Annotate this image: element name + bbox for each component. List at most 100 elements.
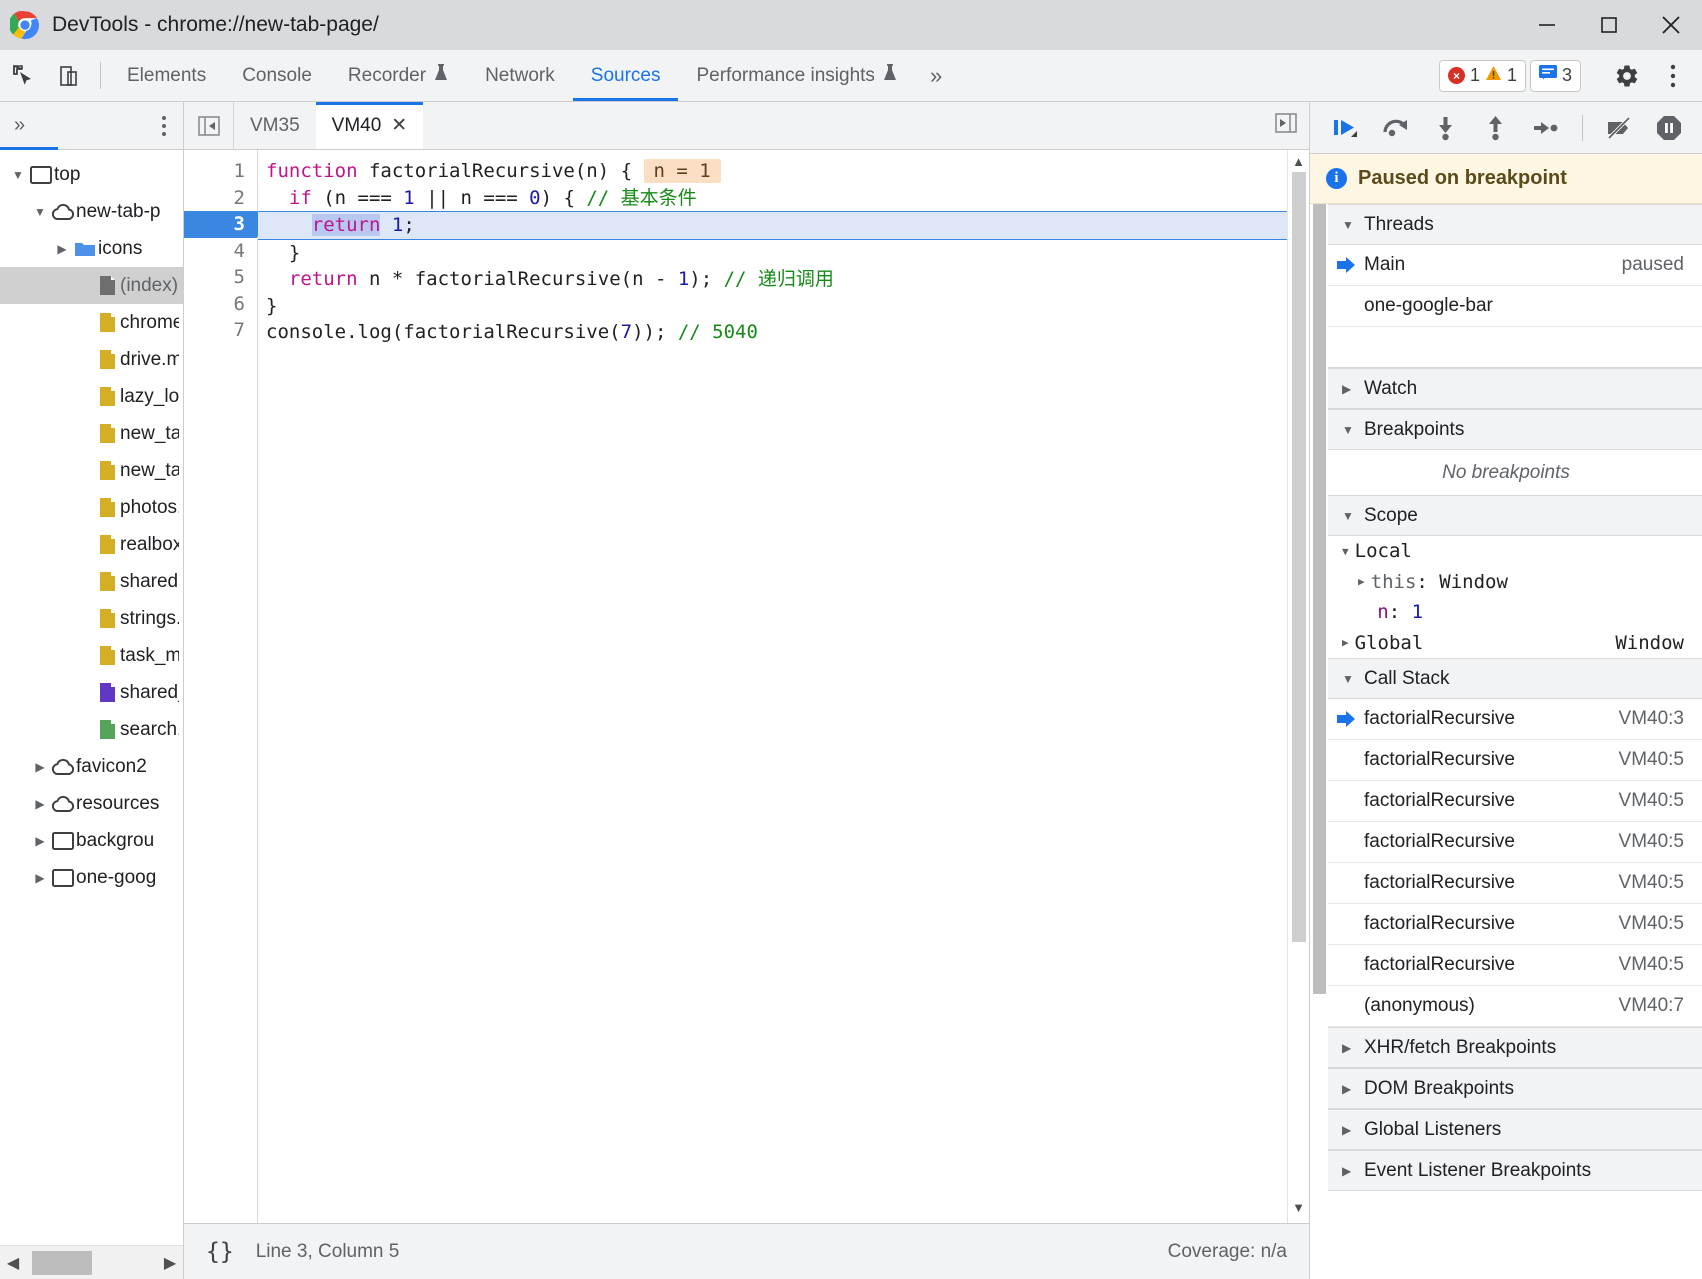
maximize-icon[interactable]: [1578, 0, 1640, 50]
gear-icon[interactable]: [1606, 55, 1648, 97]
scope-row[interactable]: ▼Local: [1328, 536, 1702, 567]
tab-sources[interactable]: Sources: [573, 50, 679, 101]
tree-item-shared-[interactable]: shared_: [0, 674, 183, 711]
tree-item-icons[interactable]: ▶icons: [0, 230, 183, 267]
triangle-right-icon[interactable]: ▶: [1342, 1041, 1354, 1055]
show-navigator-icon[interactable]: [184, 102, 234, 149]
call-stack-frame[interactable]: factorialRecursiveVM40:5: [1328, 822, 1702, 863]
debugger-sections[interactable]: ▼ThreadsMainpausedone-google-bar ▶Watch▼B…: [1328, 204, 1702, 1279]
tree-item-shared-[interactable]: shared.: [0, 563, 183, 600]
editor-tab-vm40[interactable]: VM40 ✕: [316, 102, 424, 149]
triangle-right-icon[interactable]: ▶: [1342, 636, 1349, 649]
tree-item-drive-m[interactable]: drive.m: [0, 341, 183, 378]
call-stack-frame[interactable]: factorialRecursiveVM40:5: [1328, 740, 1702, 781]
call-stack-frame[interactable]: factorialRecursiveVM40:5: [1328, 863, 1702, 904]
step-over-icon[interactable]: [1374, 108, 1418, 148]
section-watch[interactable]: ▶Watch: [1328, 368, 1702, 409]
tree-item-favicon2[interactable]: ▶favicon2: [0, 748, 183, 785]
tree-item-photos-[interactable]: photos.: [0, 489, 183, 526]
more-panels-button[interactable]: »: [916, 50, 956, 101]
code-line-current[interactable]: return 1;: [258, 211, 1287, 240]
scroll-right-arrow-icon[interactable]: ▶: [157, 1253, 183, 1273]
tree-item-new-tab-p[interactable]: ▼new-tab-p: [0, 193, 183, 230]
line-number[interactable]: 2: [184, 185, 257, 212]
tree-item-task-mo[interactable]: task_mo: [0, 637, 183, 674]
navigator-horizontal-scrollbar[interactable]: ◀ ▶: [0, 1245, 183, 1279]
tree-item-resources[interactable]: ▶resources: [0, 785, 183, 822]
step-icon[interactable]: [1524, 108, 1568, 148]
tree-item-backgrou[interactable]: ▶backgrou: [0, 822, 183, 859]
scrollbar-thumb[interactable]: [32, 1251, 92, 1275]
thread-row-empty[interactable]: [1328, 327, 1702, 368]
messages-counter[interactable]: 3: [1530, 60, 1581, 92]
triangle-down-icon[interactable]: ▼: [1342, 545, 1349, 558]
section-dom-breakpoints[interactable]: ▶DOM Breakpoints: [1328, 1068, 1702, 1109]
pause-on-exceptions-icon[interactable]: [1647, 108, 1691, 148]
tree-item-strings-[interactable]: strings.: [0, 600, 183, 637]
scroll-down-arrow-icon[interactable]: ▼: [1292, 1196, 1305, 1219]
triangle-right-icon[interactable]: ▶: [1342, 1082, 1354, 1096]
scrollbar-thumb[interactable]: [1292, 172, 1306, 942]
tree-item-search-s[interactable]: search.s: [0, 711, 183, 748]
section-xhr-fetch-breakpoints[interactable]: ▶XHR/fetch Breakpoints: [1328, 1027, 1702, 1068]
line-number[interactable]: 7: [184, 317, 257, 344]
code-content[interactable]: function factorialRecursive(n) { n = 1 i…: [258, 150, 1287, 1223]
editor-tab-vm35[interactable]: VM35: [234, 102, 316, 149]
triangle-right-icon[interactable]: ▶: [1358, 575, 1365, 588]
tab-performance-insights[interactable]: Performance insights: [678, 50, 915, 101]
triangle-right-icon[interactable]: ▶: [1342, 1123, 1354, 1137]
section-global-listeners[interactable]: ▶Global Listeners: [1328, 1109, 1702, 1150]
tree-item-chrome[interactable]: chrome: [0, 304, 183, 341]
scope-row[interactable]: n: 1: [1328, 597, 1702, 628]
line-number[interactable]: 4: [184, 238, 257, 265]
triangle-right-icon[interactable]: ▶: [52, 242, 72, 256]
tree-item-realbox[interactable]: realbox: [0, 526, 183, 563]
section-breakpoints[interactable]: ▼Breakpoints: [1328, 409, 1702, 450]
open-in-new-panel-icon[interactable]: [1273, 111, 1299, 140]
code-line[interactable]: console.log(factorialRecursive(7)); // 5…: [258, 319, 1287, 346]
thread-row[interactable]: one-google-bar: [1328, 286, 1702, 327]
triangle-down-icon[interactable]: ▼: [1342, 509, 1354, 523]
deactivate-breakpoints-icon[interactable]: [1597, 108, 1641, 148]
scrollbar-thumb[interactable]: [1313, 204, 1326, 994]
minimize-icon[interactable]: [1516, 0, 1578, 50]
line-number[interactable]: 1: [184, 158, 257, 185]
code-line[interactable]: return n * factorialRecursive(n - 1); //…: [258, 266, 1287, 293]
debugger-left-scrollbar[interactable]: [1310, 204, 1328, 1279]
triangle-down-icon[interactable]: ▼: [1342, 218, 1354, 232]
tree-item--index-[interactable]: (index): [0, 267, 183, 304]
triangle-down-icon[interactable]: ▼: [1342, 672, 1354, 686]
device-toolbar-icon[interactable]: [46, 50, 92, 101]
thread-row[interactable]: Mainpaused: [1328, 245, 1702, 286]
tab-network[interactable]: Network: [467, 50, 573, 101]
call-stack-frame[interactable]: factorialRecursiveVM40:5: [1328, 904, 1702, 945]
editor-vertical-scrollbar[interactable]: ▲ ▼: [1287, 150, 1309, 1223]
line-number[interactable]: 6: [184, 291, 257, 318]
section-threads[interactable]: ▼Threads: [1328, 204, 1702, 245]
triangle-right-icon[interactable]: ▶: [1342, 1164, 1354, 1178]
tab-elements[interactable]: Elements: [109, 50, 224, 101]
tree-item-top[interactable]: ▼top: [0, 156, 183, 193]
tab-console[interactable]: Console: [224, 50, 330, 101]
call-stack-frame[interactable]: factorialRecursiveVM40:5: [1328, 781, 1702, 822]
triangle-right-icon[interactable]: ▶: [30, 871, 50, 885]
line-number[interactable]: 5: [184, 264, 257, 291]
kebab-menu-icon[interactable]: [1652, 55, 1694, 97]
triangle-right-icon[interactable]: ▶: [30, 797, 50, 811]
tree-item-one-goog[interactable]: ▶one-goog: [0, 859, 183, 896]
triangle-right-icon[interactable]: ▶: [30, 760, 50, 774]
tree-item-new-tal[interactable]: new_tal: [0, 415, 183, 452]
close-tab-icon[interactable]: ✕: [391, 114, 407, 137]
resume-icon[interactable]: [1324, 108, 1368, 148]
tab-recorder[interactable]: Recorder: [330, 50, 467, 101]
section-event-listener-breakpoints[interactable]: ▶Event Listener Breakpoints: [1328, 1150, 1702, 1191]
issues-counter[interactable]: × 1 1: [1439, 60, 1526, 92]
code-line[interactable]: if (n === 1 || n === 0) { // 基本条件: [258, 185, 1287, 212]
tree-item-new-tal[interactable]: new_tal: [0, 452, 183, 489]
call-stack-frame[interactable]: factorialRecursiveVM40:5: [1328, 945, 1702, 986]
code-viewport[interactable]: 1234567 function factorialRecursive(n) {…: [184, 150, 1287, 1223]
code-line[interactable]: }: [258, 293, 1287, 320]
scope-row[interactable]: ▶this: Window: [1328, 567, 1702, 598]
source-editor[interactable]: 1234567 function factorialRecursive(n) {…: [184, 150, 1309, 1223]
triangle-right-icon[interactable]: ▶: [30, 834, 50, 848]
